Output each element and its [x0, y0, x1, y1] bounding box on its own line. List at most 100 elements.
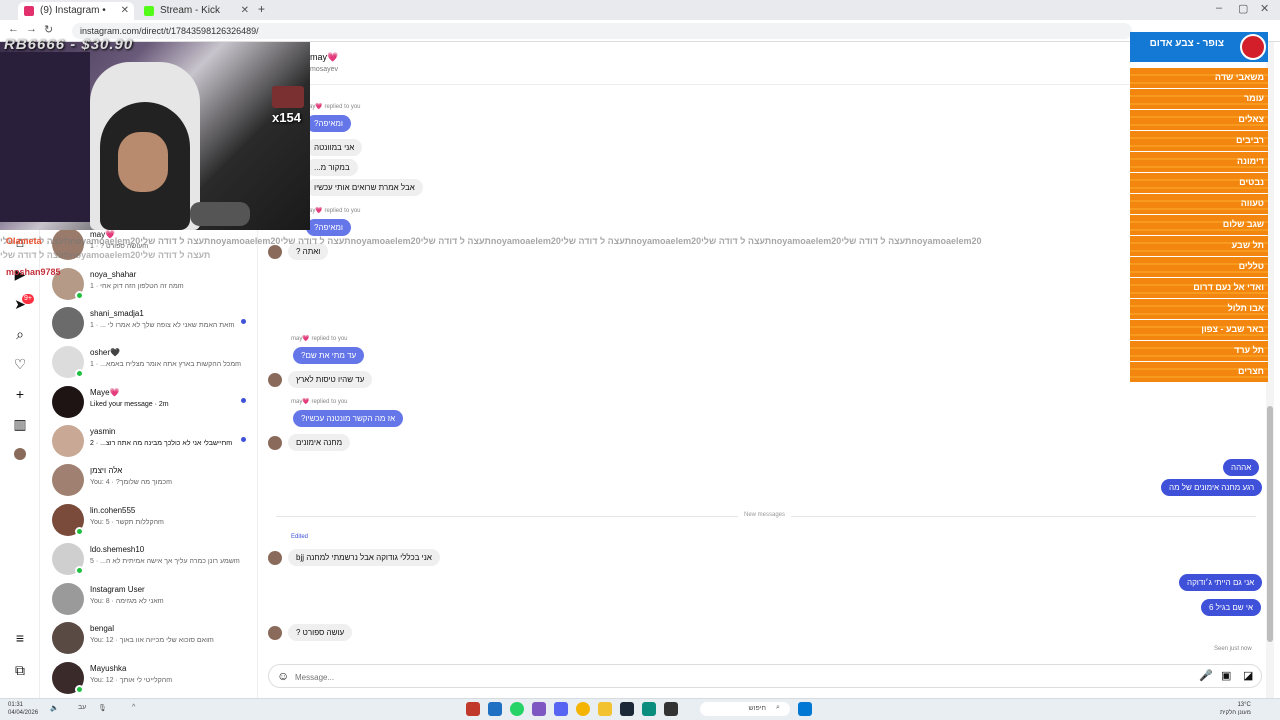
reply-label: may💗 replied to you [291, 336, 348, 342]
discord-icon[interactable] [554, 702, 568, 716]
folder-icon[interactable] [598, 702, 612, 716]
chevron-up-icon[interactable]: ^ [132, 704, 135, 711]
message-composer: ☺ 🎤 ▣ ◪ [268, 664, 1262, 688]
image-icon[interactable]: ▣ [1221, 669, 1231, 682]
conversation-item[interactable]: yasmin חיישבלי אני לא כולכך מבינה מה אתה… [40, 421, 258, 461]
conversation-item[interactable]: ldo.shemesh10 שמע רונן כמרה עליך אך אישה… [40, 539, 258, 579]
message-input[interactable] [295, 670, 1175, 684]
avatar [268, 551, 282, 565]
maximize-icon[interactable]: ▢ [1238, 2, 1248, 15]
sticker-icon[interactable]: ◪ [1243, 669, 1253, 682]
profile-avatar[interactable] [14, 448, 26, 460]
clock[interactable]: 01:31 04/04/2026 [8, 701, 38, 717]
conversation-item[interactable]: shani_smadja1 את האמת שאני לא צופה שלך ל… [40, 303, 258, 343]
conversation-item[interactable]: Instagram User You: אני לא מגזימה · 8m [40, 579, 258, 619]
app-icon[interactable] [488, 702, 502, 716]
reply-label: may💗 replied to you [304, 104, 361, 110]
tab-kick[interactable]: Stream - Kick Dashboard ✕ [138, 2, 254, 34]
app-icon[interactable] [466, 702, 480, 716]
mic-tray-icon[interactable]: 🎙 [98, 704, 107, 712]
notification-badge: 9+ [22, 294, 34, 304]
browser-tabbar: (9) Instagram • Messages ✕ Stream - Kick… [0, 0, 1280, 34]
money-overlay: RB6666 - $30.90 [4, 36, 134, 53]
new-messages-label: New messages [738, 512, 792, 518]
message-bubble[interactable]: רגע מחנה אימונים של מה [1161, 479, 1263, 496]
app-icon[interactable] [664, 702, 678, 716]
speaker-icon[interactable]: 🔈 [50, 704, 59, 712]
reply-label: may💗 replied to you [291, 399, 348, 405]
reload-icon[interactable]: ↻ [44, 23, 53, 36]
app-icon[interactable] [532, 702, 546, 716]
start-icon[interactable] [798, 702, 812, 716]
weather-widget[interactable]: 13°C מעונן חלקית [1220, 701, 1251, 717]
url-field[interactable]: instagram.com/direct/t/17843598126326489… [72, 23, 1132, 39]
unread-dot [241, 398, 246, 403]
weather-text: מעונן חלקית [1220, 710, 1251, 716]
conversation-item[interactable]: bengal You: ואם סוכוא שלי מכייוה אוו באו… [40, 618, 258, 658]
alert-logo [1240, 34, 1266, 60]
conversation-name: yasmin [90, 427, 116, 436]
kick-icon [144, 6, 154, 16]
conversation-item[interactable]: noya_shahar מה זה הטלפון הזה דוק אחי · 1… [40, 264, 258, 304]
message-bubble[interactable]: מחנה אימונים [288, 434, 351, 451]
conversation-item[interactable]: osher🖤 מכל ההקשות בארץ אתה אומר מצליח בא… [40, 342, 258, 382]
avatar [52, 464, 84, 496]
message-bubble[interactable]: ומאיפה? [306, 219, 351, 236]
icon-rail: ⌂ ▶ ➤ ⌕ ♡ + ▥ ≡ ⧉ [0, 230, 40, 698]
message-bubble[interactable]: אההה [1223, 459, 1260, 476]
message-bubble[interactable]: עד מתי את שם? [293, 347, 365, 364]
minimize-icon[interactable]: – [1216, 2, 1222, 14]
heart-icon[interactable]: ♡ [12, 356, 28, 372]
more-apps-icon[interactable]: ⧉ [12, 662, 28, 678]
avatar [268, 626, 282, 640]
scrollbar-thumb[interactable] [1267, 406, 1273, 642]
message-bubble[interactable]: אז מה הקשר מונטנה עכשיו? [293, 410, 404, 427]
conversation-item[interactable]: Mayushka You: הקלייטי לי אותך · 12m [40, 658, 258, 698]
chat-subtitle: mosayev [310, 66, 339, 73]
steam-icon[interactable] [620, 702, 634, 716]
conversation-name: lin.cohen555 [90, 506, 136, 515]
instagram-icon [24, 6, 34, 16]
alert-location: משאבי שדה [1130, 68, 1268, 88]
whatsapp-icon[interactable] [510, 702, 524, 716]
create-icon[interactable]: + [12, 386, 28, 402]
tab-instagram[interactable]: (9) Instagram • Messages ✕ [18, 2, 134, 34]
emoji-icon[interactable]: ☺ [277, 669, 289, 683]
message-bubble[interactable]: אבל אמרת שרואים אותי עכשיו [306, 179, 423, 196]
app-icon[interactable] [642, 702, 656, 716]
alert-location: תל ערד [1130, 341, 1268, 361]
overlay-thumbnail [272, 86, 304, 108]
conversation-item[interactable]: Maye💗 Liked your message · 2m [40, 382, 258, 422]
message-bubble[interactable]: עד שהיו טיסות לארץ [288, 371, 373, 388]
chrome-icon[interactable] [576, 702, 590, 716]
menu-icon[interactable]: ≡ [12, 630, 28, 646]
close-icon[interactable]: ✕ [241, 2, 249, 20]
close-icon[interactable]: ✕ [121, 2, 129, 20]
message-bubble[interactable]: אני בכללי גודוקה אבל נרשמתי למחנה bjj [288, 549, 440, 566]
divider [258, 84, 1130, 85]
message-bubble[interactable]: עושה ספורט ? [288, 624, 353, 641]
message-bubble[interactable]: במקור מ... [306, 159, 358, 176]
message-bubble[interactable]: אי שם בגיל 6 [1201, 599, 1261, 616]
search-icon[interactable]: ⌕ [12, 326, 28, 342]
forward-icon[interactable]: → [26, 23, 37, 35]
back-icon[interactable]: ← [8, 23, 19, 35]
alert-location: חצרים [1130, 362, 1268, 382]
language-indicator[interactable]: עב [78, 704, 86, 711]
microphone-icon[interactable]: 🎤 [1199, 669, 1213, 682]
message-bubble[interactable]: אני גם הייתי ג׳ודוקה [1179, 574, 1263, 591]
alert-location: ואדי אל נעם דרום [1130, 278, 1268, 298]
conversation-preview: You: הקללות תקשר · 5m [90, 519, 164, 526]
new-tab-icon[interactable]: + [258, 2, 265, 16]
conversation-item[interactable]: lin.cohen555 You: הקללות תקשר · 5m [40, 500, 258, 540]
conversation-name: shani_smadja1 [90, 309, 144, 318]
message-bubble[interactable]: ומאיפה? [306, 115, 351, 132]
message-bubble[interactable]: אני במוונטה [306, 139, 363, 156]
window-close-icon[interactable]: ✕ [1260, 2, 1269, 15]
search-icon[interactable]: ⌕ [776, 704, 780, 712]
conversation-item[interactable]: אלה ויצמן You: כמוך מה שלומך? · 4m [40, 460, 258, 500]
chat-title[interactable]: may💗 [310, 52, 338, 63]
background-shelf [0, 52, 90, 222]
conversation-name: אלה ויצמן [90, 466, 123, 475]
dashboard-icon[interactable]: ▥ [12, 416, 28, 432]
